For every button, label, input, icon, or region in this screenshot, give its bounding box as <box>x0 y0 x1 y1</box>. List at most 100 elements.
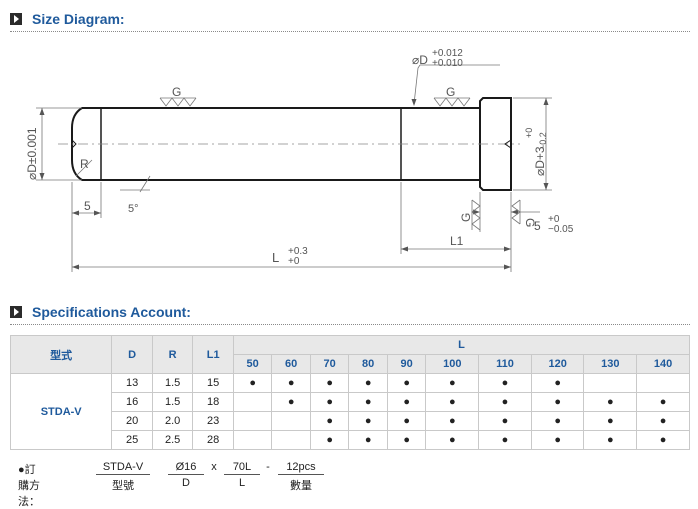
svg-text:+0.010: +0.010 <box>432 58 463 69</box>
order-example-model: STDA-V <box>96 461 150 475</box>
availability-cell: ● <box>425 392 480 412</box>
svg-text:−0.05: −0.05 <box>548 224 574 235</box>
order-method-label: ●訂購方法： <box>18 464 40 508</box>
availability-cell: ● <box>583 411 638 431</box>
cell-l1: 28 <box>192 430 234 450</box>
table-row: 20 2.0 23 ● ● ● ● ● ● ● ● <box>11 411 690 431</box>
header-l-value: 80 <box>348 354 388 374</box>
arrow-bullet-icon <box>10 306 22 318</box>
availability-cell: ● <box>309 411 350 431</box>
svg-text:⌀D: ⌀D <box>412 53 428 67</box>
header-l-value: 100 <box>425 354 480 374</box>
order-caption-qty: 數量 <box>290 480 312 492</box>
availability-cell: ● <box>425 411 480 431</box>
header-l-value: 130 <box>583 354 638 374</box>
cell-l1: 18 <box>192 392 234 412</box>
specifications-divider <box>10 324 690 325</box>
order-example-qty: 12pcs <box>278 461 324 475</box>
arrow-bullet-icon <box>10 13 22 25</box>
header-l-value: 110 <box>478 354 532 374</box>
specifications-title: Specifications Account: <box>32 304 191 320</box>
svg-text:5: 5 <box>534 219 541 233</box>
order-example-l: 70L <box>224 461 260 475</box>
header-r: R <box>151 335 194 374</box>
availability-cell <box>271 430 311 450</box>
size-diagram-title: Size Diagram: <box>32 11 125 27</box>
availability-cell: ● <box>348 373 388 393</box>
availability-cell: ● <box>636 392 690 412</box>
specifications-heading: Specifications Account: <box>10 304 191 320</box>
header-l: L <box>232 335 691 355</box>
header-l-value: 70 <box>309 354 350 374</box>
svg-text:G: G <box>446 85 455 99</box>
availability-cell: ● <box>583 430 638 450</box>
availability-cell: ● <box>478 373 532 393</box>
svg-text:5: 5 <box>84 199 91 213</box>
svg-text:−0.2: −0.2 <box>538 132 548 150</box>
header-d: D <box>111 335 153 374</box>
size-diagram-heading: Size Diagram: <box>10 11 125 27</box>
availability-cell: ● <box>386 373 427 393</box>
availability-cell: ● <box>530 411 585 431</box>
header-model: 型式 <box>9 335 113 374</box>
availability-cell: ● <box>309 392 350 412</box>
cell-d: 20 <box>111 411 153 431</box>
availability-cell <box>271 411 311 431</box>
cell-l1: 15 <box>192 373 234 393</box>
availability-cell: ● <box>636 430 690 450</box>
cell-r: 1.5 <box>151 392 194 412</box>
availability-cell: ● <box>530 373 585 393</box>
availability-cell: ● <box>636 411 690 431</box>
order-example-d: Ø16 <box>168 461 204 475</box>
svg-text:G: G <box>172 85 181 99</box>
model-name-cell: STDA-V <box>9 373 113 450</box>
availability-cell: ● <box>530 430 585 450</box>
availability-cell <box>583 373 638 393</box>
availability-cell: ● <box>348 411 388 431</box>
order-caption-model: 型號 <box>112 480 134 492</box>
table-row: STDA-V 13 1.5 15 ● ● ● ● ● ● ● ● <box>9 373 690 450</box>
svg-text:G: G <box>459 213 473 222</box>
availability-cell: ● <box>386 392 427 412</box>
cell-d: 13 <box>111 373 153 393</box>
header-l-value: 90 <box>386 354 427 374</box>
availability-cell: ● <box>478 430 532 450</box>
svg-text:⌀D±0.001: ⌀D±0.001 <box>25 127 39 180</box>
availability-cell: ● <box>530 392 585 412</box>
availability-cell: ● <box>309 373 350 393</box>
header-l-value: 60 <box>271 354 311 374</box>
availability-cell: ● <box>271 373 311 393</box>
svg-text:L: L <box>272 250 279 265</box>
availability-cell: ● <box>386 411 427 431</box>
cell-d: 16 <box>111 392 153 412</box>
cell-d: 25 <box>111 430 153 450</box>
order-separator-x: x <box>211 461 217 473</box>
availability-cell <box>636 373 690 393</box>
availability-cell: ● <box>348 430 388 450</box>
availability-cell: ● <box>271 392 311 412</box>
svg-text:L1: L1 <box>450 234 464 248</box>
availability-cell: ● <box>425 373 480 393</box>
svg-text:+0: +0 <box>524 128 534 138</box>
availability-cell <box>232 392 273 412</box>
order-caption-l: L <box>238 477 246 489</box>
header-l-value: 120 <box>530 354 585 374</box>
availability-cell: ● <box>348 392 388 412</box>
svg-text:+0: +0 <box>288 256 300 267</box>
availability-cell: ● <box>386 430 427 450</box>
availability-cell: ● <box>478 392 532 412</box>
header-l-value: 50 <box>232 354 273 374</box>
table-row: 16 1.5 18 ● ● ● ● ● ● ● ● ● <box>11 392 690 412</box>
header-l1: L1 <box>192 335 234 374</box>
availability-cell <box>232 411 273 431</box>
cell-r: 2.5 <box>151 430 194 450</box>
availability-cell: ● <box>583 392 638 412</box>
availability-cell <box>232 430 273 450</box>
availability-cell: ● <box>425 430 480 450</box>
svg-text:R: R <box>80 157 89 171</box>
order-separator-dash: - <box>266 461 270 473</box>
availability-cell: ● <box>309 430 350 450</box>
availability-cell: ● <box>478 411 532 431</box>
header-l-value: 140 <box>636 354 690 374</box>
availability-cell: ● <box>232 373 273 393</box>
